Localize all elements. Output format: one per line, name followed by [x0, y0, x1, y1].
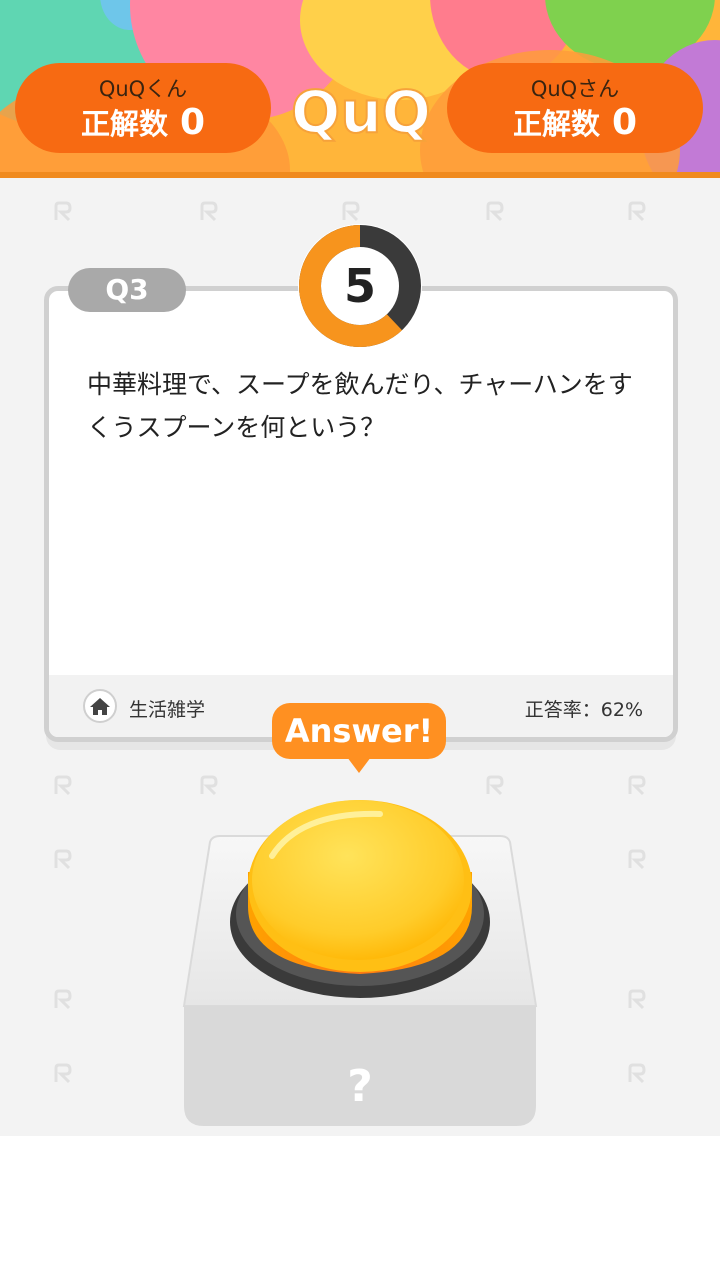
watermark-icon	[626, 1062, 648, 1084]
watermark-icon	[484, 200, 506, 222]
watermark-icon	[52, 848, 74, 870]
home-icon	[83, 689, 117, 723]
watermark-icon	[626, 200, 648, 222]
logo-text: QuQ	[291, 78, 431, 142]
timer-value: 5	[344, 259, 376, 313]
score-value: 0	[611, 102, 638, 143]
player-name: QuQさん	[530, 77, 620, 101]
answer-buzzer[interactable]: ?	[180, 796, 540, 1136]
quiz-area: 中華料理で、スープを飲んだり、チャーハンをすくうスプーンを何という？ 生活雑学 …	[0, 178, 720, 1136]
watermark-icon	[198, 774, 220, 796]
correct-rate: 正答率：62%	[524, 699, 643, 721]
player-score-right: QuQさん 正解数 0	[447, 63, 703, 153]
watermark-icon	[198, 200, 220, 222]
player-score: 正解数 0	[447, 101, 703, 143]
buzzer-box-symbol: ?	[347, 1061, 373, 1112]
quq-logo: QuQ	[290, 77, 432, 142]
score-value: 0	[179, 102, 206, 143]
score-label: 正解数	[80, 107, 168, 141]
watermark-icon	[52, 774, 74, 796]
watermark-icon	[484, 774, 506, 796]
watermark-icon	[52, 1062, 74, 1084]
question-card: 中華料理で、スープを飲んだり、チャーハンをすくうスプーンを何という？ 生活雑学 …	[44, 286, 678, 742]
buzzer-button-top[interactable]	[252, 800, 464, 960]
question-text: 中華料理で、スープを飲んだり、チャーハンをすくうスプーンを何という？	[87, 370, 633, 442]
watermark-icon	[52, 988, 74, 1010]
genre-label: 生活雑学	[129, 699, 206, 721]
player-score: 正解数 0	[15, 101, 271, 143]
question-number-badge: Q3	[68, 268, 186, 312]
answer-bubble-tail	[347, 757, 371, 773]
countdown-timer: 5	[298, 224, 422, 348]
header-bar: QuQくん 正解数 0 QuQ QuQさん 正解数 0	[0, 0, 720, 178]
score-label: 正解数	[512, 107, 600, 141]
answer-label-bubble: Answer!	[272, 703, 446, 759]
watermark-icon	[340, 200, 362, 222]
watermark-icon	[52, 200, 74, 222]
watermark-icon	[626, 848, 648, 870]
player-score-left: QuQくん 正解数 0	[15, 63, 271, 153]
watermark-icon	[626, 774, 648, 796]
watermark-icon	[626, 988, 648, 1010]
player-name: QuQくん	[98, 77, 188, 101]
